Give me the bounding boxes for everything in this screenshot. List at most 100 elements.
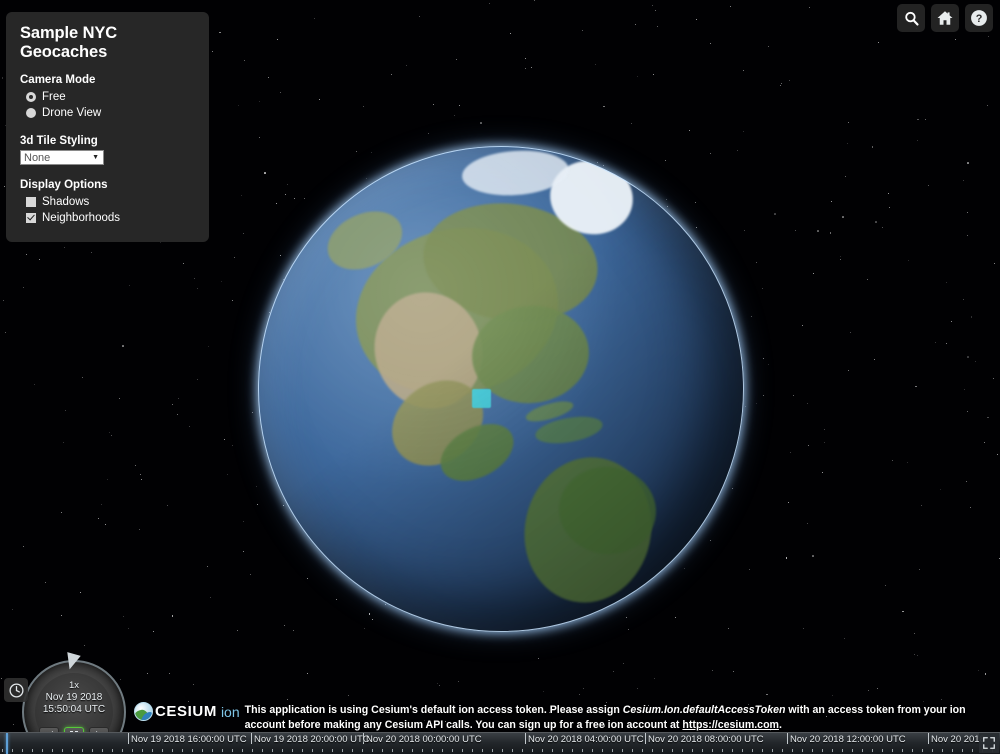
navigation-help-button[interactable]: ?	[965, 4, 993, 32]
ion-mark-icon	[134, 702, 153, 721]
checkbox-icon-neighborhoods[interactable]	[26, 213, 36, 223]
animation-readout: 1x Nov 19 2018 15:50:04 UTC	[22, 680, 126, 716]
timeline-minor-tick	[302, 749, 303, 752]
star	[123, 615, 125, 617]
control-panel[interactable]: Sample NYC Geocaches Camera Mode Free Dr…	[6, 12, 209, 242]
star	[821, 472, 823, 474]
timeline-minor-tick	[782, 749, 783, 752]
star	[803, 628, 805, 630]
timeline-minor-tick	[892, 749, 893, 752]
timeline-minor-tick	[72, 749, 73, 752]
timeline-minor-tick	[22, 749, 23, 752]
radio-label-drone-view: Drone View	[42, 107, 102, 119]
timeline-major-tick	[928, 733, 929, 744]
star	[1, 77, 4, 79]
timeline-tick-label: Nov 20 2018 08:00:00 UTC	[648, 734, 764, 745]
timeline-minor-tick	[702, 749, 703, 752]
star	[830, 200, 832, 202]
timeline-minor-tick	[52, 749, 53, 752]
timeline-tick-label: Nov 20 2018 00:00:00 UTC	[366, 734, 482, 745]
star	[884, 584, 886, 586]
timeline-minor-tick	[162, 749, 163, 752]
timeline-minor-tick	[442, 749, 443, 752]
star	[652, 5, 654, 7]
star	[966, 235, 968, 237]
star	[240, 194, 242, 196]
timeline-minor-tick	[722, 749, 723, 752]
timeline-toggle-button[interactable]	[4, 678, 28, 702]
star	[160, 242, 162, 244]
star	[530, 66, 532, 68]
radio-option-drone-view[interactable]: Drone View	[20, 105, 195, 121]
timeline-minor-tick	[382, 749, 383, 752]
cesium-3d-globe[interactable]	[242, 130, 760, 648]
star	[792, 395, 794, 397]
timeline-minor-tick	[742, 749, 743, 752]
star	[962, 180, 964, 181]
star	[106, 478, 108, 480]
timeline-tick-label: Nov 19 2018 16:00:00 UTC	[131, 734, 247, 745]
timeline-minor-tick	[582, 749, 583, 752]
fullscreen-button[interactable]	[979, 733, 999, 753]
timeline-minor-tick	[932, 749, 933, 752]
checkbox-icon-shadows[interactable]	[26, 197, 36, 207]
timeline-minor-tick	[682, 749, 683, 752]
star	[542, 690, 544, 692]
checkbox-label-neighborhoods: Neighborhoods	[42, 212, 121, 224]
star	[242, 550, 244, 552]
checkbox-option-neighborhoods[interactable]: Neighborhoods	[20, 210, 195, 226]
timeline-minor-tick	[202, 749, 203, 752]
star	[489, 2, 491, 4]
star	[176, 413, 178, 415]
star	[636, 75, 638, 77]
geocoder-search-button[interactable]	[897, 4, 925, 32]
cesium-viewer[interactable]: Sample NYC Geocaches Camera Mode Free Dr…	[0, 0, 1000, 754]
timeline-minor-tick	[502, 749, 503, 752]
star	[243, 60, 245, 62]
cesium-website-link[interactable]: https://cesium.com	[682, 719, 779, 731]
star	[844, 638, 846, 640]
star	[848, 121, 850, 123]
star	[105, 523, 107, 525]
cesium-ion-logo-icon[interactable]: CESIUM ion	[134, 702, 240, 721]
star	[634, 24, 636, 25]
checkbox-option-shadows[interactable]: Shadows	[20, 194, 195, 210]
star	[138, 528, 141, 531]
tile-styling-select[interactable]: None ▼	[20, 150, 104, 165]
timeline-playhead[interactable]	[6, 733, 8, 754]
star	[812, 273, 814, 275]
timeline-minor-tick	[472, 749, 473, 752]
star	[773, 213, 776, 215]
star	[839, 258, 841, 260]
star	[761, 287, 764, 290]
radio-icon-free[interactable]	[26, 92, 36, 102]
star	[689, 130, 691, 132]
viewer-toolbar[interactable]: ?	[897, 4, 993, 32]
star	[221, 281, 223, 283]
timeline-track[interactable]: Nov 19 2018 16:00:00 UTC Nov 19 2018 20:0…	[0, 733, 1000, 754]
star	[223, 438, 225, 440]
star	[65, 409, 67, 411]
timeline-minor-tick	[32, 749, 33, 752]
timeline-minor-tick	[622, 749, 623, 752]
star	[892, 460, 894, 462]
star	[118, 397, 120, 399]
timeline-widget[interactable]: Nov 19 2018 16:00:00 UTC Nov 19 2018 20:0…	[0, 732, 1000, 754]
timeline-minor-tick	[362, 749, 363, 752]
star	[940, 698, 942, 700]
star	[60, 512, 62, 514]
radio-icon-drone-view[interactable]	[26, 108, 36, 118]
star	[268, 76, 270, 78]
star	[955, 38, 957, 40]
star	[171, 615, 174, 617]
star	[915, 385, 918, 388]
home-view-button[interactable]	[931, 4, 959, 32]
star	[168, 672, 170, 674]
star	[875, 221, 877, 223]
radio-option-free[interactable]: Free	[20, 89, 195, 105]
star	[259, 136, 261, 138]
star	[987, 35, 989, 37]
timeline-minor-tick	[222, 749, 223, 752]
star	[847, 369, 849, 371]
star	[657, 26, 659, 28]
